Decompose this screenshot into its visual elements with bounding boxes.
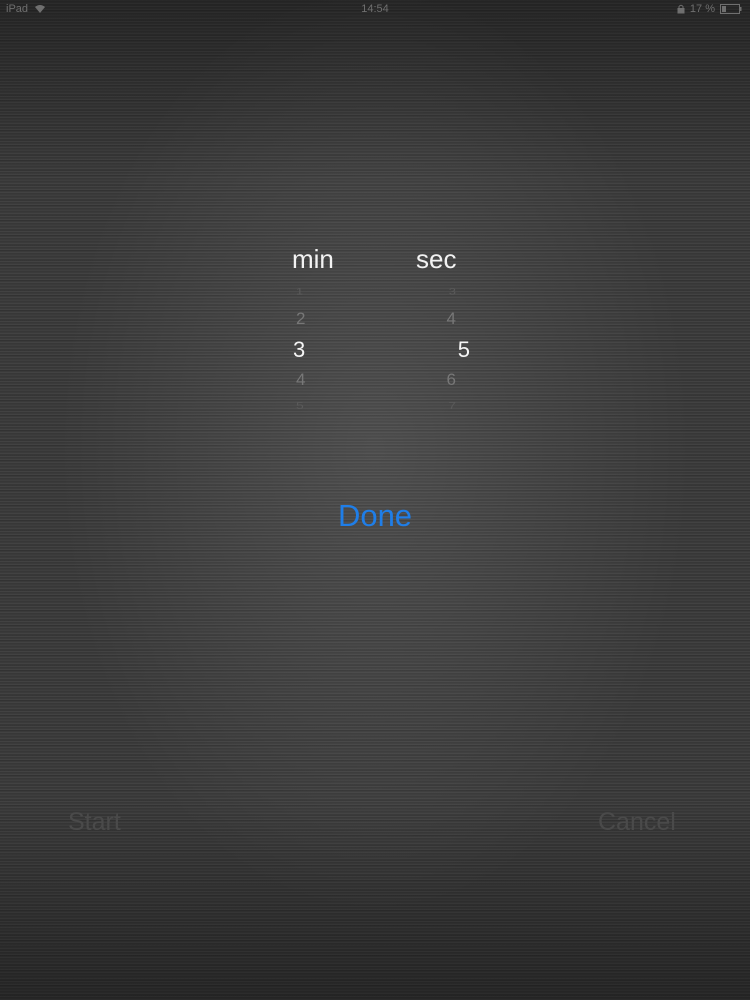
- minutes-option[interactable]: 4: [290, 370, 356, 390]
- seconds-option[interactable]: 6: [410, 370, 456, 390]
- minutes-option[interactable]: 1: [290, 286, 356, 297]
- time-picker[interactable]: min sec 1 2 3 4 5 3 4 5 6 7: [270, 238, 490, 428]
- seconds-selected-option[interactable]: 5: [410, 337, 470, 363]
- minutes-selected-option[interactable]: 3: [290, 337, 353, 363]
- lock-icon: [677, 4, 685, 14]
- battery-percent: 17 %: [689, 3, 715, 15]
- battery-icon: [720, 4, 742, 14]
- minutes-column-label: min: [292, 244, 334, 274]
- seconds-column-label: sec: [416, 244, 457, 274]
- start-button[interactable]: Start: [68, 808, 121, 837]
- minutes-option[interactable]: 2: [290, 309, 356, 329]
- seconds-option[interactable]: 4: [410, 309, 456, 329]
- status-right: 17 %: [677, 3, 742, 15]
- seconds-option[interactable]: 3: [410, 286, 456, 297]
- seconds-option[interactable]: 7: [410, 399, 456, 411]
- minutes-option[interactable]: 5: [290, 399, 356, 411]
- cancel-button[interactable]: Cancel: [598, 808, 676, 837]
- done-button[interactable]: Done: [0, 498, 750, 534]
- status-bar: iPad 14:54 17 %: [0, 0, 750, 20]
- status-time: 14:54: [361, 3, 389, 15]
